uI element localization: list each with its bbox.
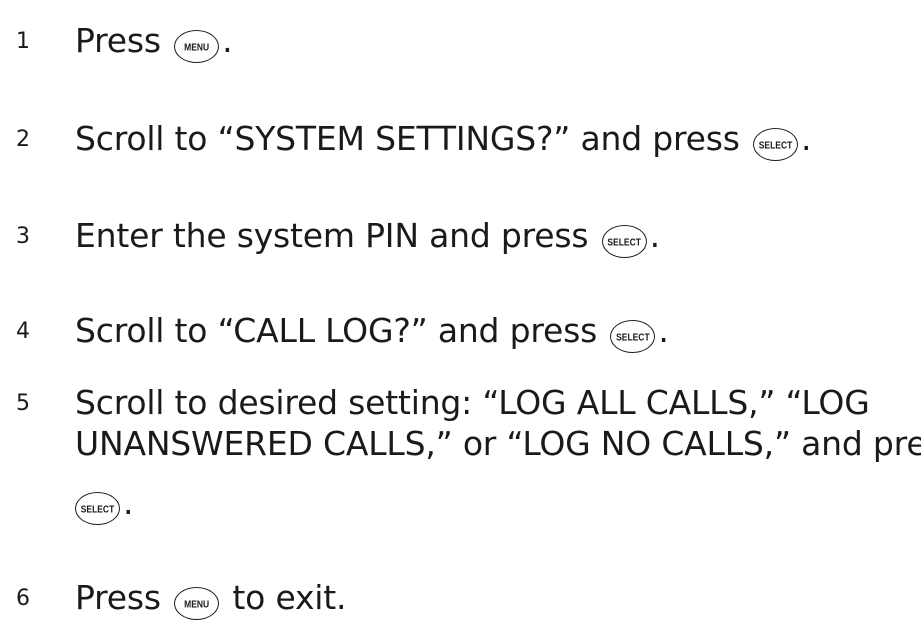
step-text-before: Scroll to “CALL LOG?” and press [75,311,608,350]
step-number: 3 [16,224,30,249]
step-number: 1 [16,29,30,54]
step-text-after: . [123,483,134,522]
step-text-line-1: Scroll to desired setting: “LOG ALL CALL… [75,383,870,422]
step-text-before: Press [75,578,172,617]
step-number: 5 [16,391,30,416]
step-text-before: Scroll to “SYSTEM SETTINGS?” and press [75,119,751,158]
step-text-after: . [658,311,669,350]
step-text-line-2: UNANSWERED CALLS,” or “LOG NO CALLS,” an… [75,424,921,463]
select-key-icon: SELECT [753,128,799,161]
step-text-after: . [222,21,233,60]
step-text-before: Press [75,21,172,60]
select-key-icon: SELECT [610,320,656,353]
menu-key-icon: MENU [174,30,220,63]
step-text: Scroll to “SYSTEM SETTINGS?” and press S… [75,118,812,161]
step-text-after: . [801,119,812,158]
step-text: Enter the system PIN and press SELECT. [75,215,660,258]
select-key-icon: SELECT [75,492,120,525]
step-text-after: . [649,216,661,255]
step-number: 6 [16,586,30,611]
menu-key-icon: MENU [174,587,220,620]
step-text-after: to exit. [222,578,347,617]
select-key-icon: SELECT [601,225,647,258]
step-number: 2 [16,127,30,152]
step-text: Press MENU. [75,20,233,63]
step-text: Scroll to “CALL LOG?” and press SELECT. [75,310,669,353]
step-text-line-3: SELECT. [72,482,134,525]
step-number: 4 [16,319,30,344]
step-text-before: Enter the system PIN and press [75,216,599,255]
step-text: Press MENU to exit. [75,577,347,620]
